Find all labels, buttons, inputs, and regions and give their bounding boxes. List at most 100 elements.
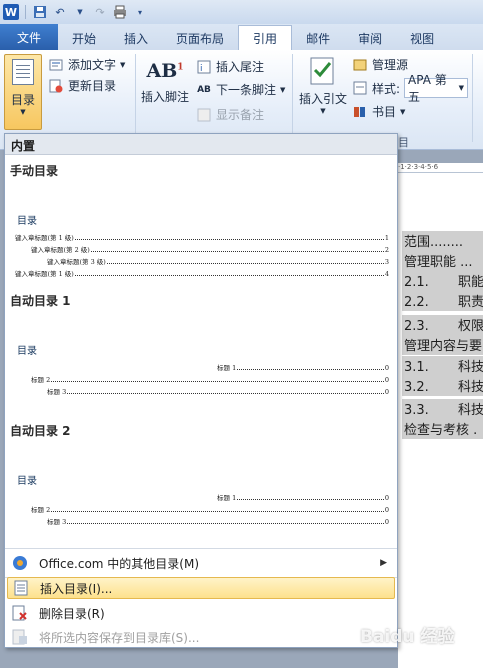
show-notes-button[interactable]: 显示备注	[196, 106, 264, 123]
menu-divider	[5, 548, 397, 549]
footnote-icon: AB1	[146, 60, 184, 82]
menu-item-delete-toc[interactable]: 删除目录(R)	[7, 602, 395, 624]
group-divider	[135, 54, 136, 142]
chevron-down-icon: ▼	[120, 60, 126, 69]
document-line: 3.3. 科技	[402, 399, 483, 419]
builtin-section-header: 内置	[5, 134, 397, 155]
menu-item-insert-toc[interactable]: 插入目录(I)...	[7, 577, 395, 599]
tab-review[interactable]: 审阅	[344, 26, 396, 50]
group-divider	[472, 54, 473, 142]
horizontal-ruler[interactable]: ·1·2·3·4·5·6	[398, 163, 483, 173]
toc-preview-entry: 标题 20	[31, 506, 389, 514]
toc-preview-entry: 标题 30	[47, 388, 389, 396]
update-toc-button[interactable]: 更新目录	[48, 77, 116, 94]
gallery-item-manual-toc[interactable]: 手动目录 目录 键入章标题(第 1 级) 1 键入章标题(第 2 级) 2 键入章标…	[5, 156, 397, 286]
toc-preview-heading: 目录	[17, 216, 37, 227]
bibliography-button[interactable]: 书目 ▼	[352, 103, 405, 120]
menu-item-label: Office.com 中的其他目录(M)	[39, 556, 200, 571]
toc-preview-entry: 标题 10	[217, 364, 389, 372]
endnote-icon: i	[196, 59, 212, 75]
chevron-down-icon[interactable]: ▼	[72, 4, 88, 20]
quick-access-toolbar: W ↶ ▼ ↷ ▾	[0, 0, 483, 24]
style-dropdown[interactable]: APA 第五 ▼	[404, 73, 469, 104]
office-globe-icon	[11, 554, 29, 572]
chevron-down-icon: ▼	[20, 108, 26, 116]
redo-icon[interactable]: ↷	[92, 4, 108, 20]
tab-insert[interactable]: 插入	[110, 26, 162, 50]
toc-preview-heading: 目录	[17, 476, 37, 487]
toc-button-label: 目录	[10, 93, 35, 107]
group-divider	[292, 54, 293, 142]
chevron-down-icon: ▼	[280, 85, 286, 94]
next-footnote-label: 下一条脚注	[216, 83, 277, 97]
style-selector[interactable]: 样式: APA 第五 ▼	[352, 73, 469, 104]
document-page[interactable]: 范围........ 管理职能 ... 2.1. 职能 2.2. 职责 2.3. 权限…	[398, 173, 483, 668]
save-to-gallery-icon	[11, 628, 29, 646]
svg-text:i: i	[200, 64, 203, 74]
document-line: 3.2. 科技	[402, 376, 483, 396]
chevron-down-icon: ▼	[400, 107, 406, 116]
ribbon-tabs: 文件 开始 插入 页面布局 引用 邮件 审阅 视图	[0, 24, 483, 50]
manage-sources-icon	[352, 57, 368, 73]
menu-item-label: 将所选内容保存到目录库(S)...	[39, 630, 200, 645]
bibliography-icon	[352, 104, 368, 120]
citations-group-label: 目	[398, 136, 409, 149]
tab-view[interactable]: 视图	[396, 26, 448, 50]
insert-footnote-button[interactable]: AB1 插入脚注	[140, 60, 190, 105]
tab-page-layout[interactable]: 页面布局	[162, 26, 238, 50]
manage-sources-button[interactable]: 管理源	[352, 56, 408, 73]
menu-item-save-to-gallery[interactable]: 将所选内容保存到目录库(S)...	[7, 626, 395, 648]
menu-item-label: 插入目录(I)...	[40, 581, 113, 596]
gallery-item-auto-toc-2[interactable]: 自动目录 2 目录 标题 10 标题 20 标题 30	[5, 416, 397, 546]
chevron-down-icon: ▼	[458, 84, 465, 92]
insert-toc-icon	[12, 579, 30, 597]
document-line: 2.1. 职能	[402, 271, 483, 291]
toc-preview-entry: 标题 10	[217, 494, 389, 502]
toc-preview-entry: 键入章标题(第 1 级) 1	[15, 234, 389, 242]
word-logo-icon[interactable]: W	[3, 4, 19, 20]
save-icon[interactable]	[32, 4, 48, 20]
document-line: 2.2. 职责	[402, 291, 483, 311]
document-line: 管理职能 ...	[402, 251, 483, 271]
menu-item-office-more-toc[interactable]: Office.com 中的其他目录(M) ▶	[7, 552, 395, 574]
menu-item-label: 删除目录(R)	[39, 606, 105, 621]
document-line: 检查与考核 .	[402, 419, 483, 439]
toc-dropdown-menu: 内置 手动目录 目录 键入章标题(第 1 级) 1 键入章标题(第 2 级) 2 键…	[4, 133, 398, 648]
toc-preview-entry: 标题 20	[31, 376, 389, 384]
delete-toc-icon	[11, 604, 29, 622]
add-text-button[interactable]: 添加文字 ▼	[48, 56, 125, 73]
tab-references[interactable]: 引用	[238, 25, 293, 50]
toc-button[interactable]: 目录 ▼	[4, 54, 42, 130]
document-line: 范围........	[402, 231, 483, 251]
toc-preview-entry: 键入章标题(第 2 级) 2	[31, 246, 389, 254]
next-footnote-button[interactable]: AB 下一条脚注 ▼	[196, 81, 285, 98]
gallery-item-title: 自动目录 2	[10, 424, 71, 438]
update-toc-icon	[48, 78, 64, 94]
tab-home[interactable]: 开始	[58, 26, 110, 50]
toc-preview-entry: 键入章标题(第 3 级) 3	[47, 258, 389, 266]
insert-citation-button[interactable]: 插入引文 ▼	[298, 56, 348, 115]
next-footnote-icon: AB	[197, 84, 211, 95]
print-icon[interactable]	[112, 4, 128, 20]
document-line: 管理内容与要	[402, 335, 483, 355]
manage-sources-label: 管理源	[372, 58, 409, 72]
watermark: Baidu 经验	[360, 627, 455, 647]
chevron-down-icon: ▼	[320, 107, 326, 115]
document-line: 2.3. 权限	[402, 315, 483, 335]
tab-file[interactable]: 文件	[0, 24, 58, 50]
gallery-item-title: 自动目录 1	[10, 294, 71, 308]
toc-preview-entry: 键入章标题(第 1 级) 4	[15, 270, 389, 278]
style-value: APA 第五	[408, 73, 447, 104]
customize-toolbar-icon[interactable]: ▾	[132, 4, 148, 20]
gallery-item-auto-toc-1[interactable]: 自动目录 1 目录 标题 10 标题 20 标题 30	[5, 286, 397, 416]
insert-footnote-label: 插入脚注	[140, 90, 189, 104]
insert-endnote-button[interactable]: i 插入尾注	[196, 58, 264, 75]
citation-icon	[310, 57, 334, 85]
tab-mailings[interactable]: 邮件	[292, 26, 344, 50]
insert-endnote-label: 插入尾注	[216, 60, 265, 74]
add-text-label: 添加文字	[68, 58, 117, 72]
toc-preview-entry: 标题 30	[47, 518, 389, 526]
style-icon	[352, 80, 368, 96]
update-toc-label: 更新目录	[68, 79, 117, 93]
undo-icon[interactable]: ↶	[52, 4, 68, 20]
